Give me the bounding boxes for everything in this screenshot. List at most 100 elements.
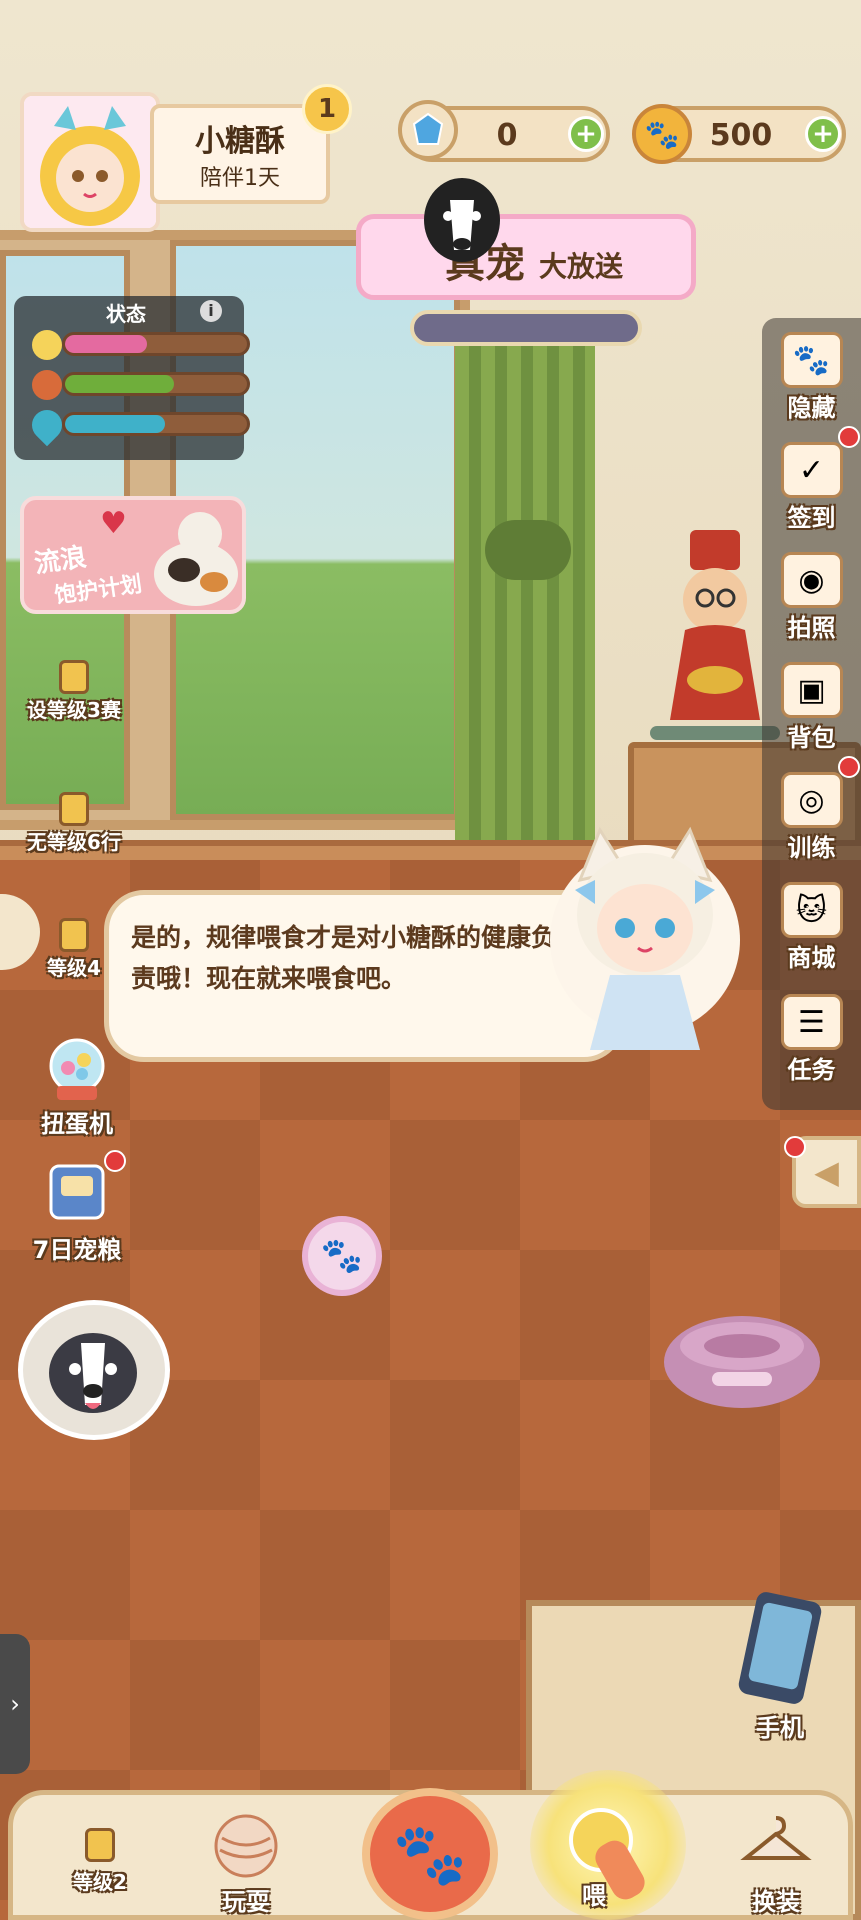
dialog-text: 是的，规律喂食才是对小糖酥的健康负责哦！现在就来喂食吧。 bbox=[131, 923, 557, 993]
add-gems-button[interactable]: + bbox=[568, 116, 604, 152]
locked-bg-left: 无 bbox=[27, 830, 48, 854]
locked-feature-level6[interactable]: 无等级6行 bbox=[14, 792, 134, 855]
nav-feed-button[interactable] bbox=[530, 1770, 686, 1920]
companion-days: 陪伴1天 bbox=[200, 166, 280, 191]
shop-button[interactable]: 🐱 商城 bbox=[762, 882, 861, 973]
event-banner-title-2: 大放送 bbox=[539, 250, 624, 283]
photo-label: 拍照 bbox=[787, 614, 836, 642]
bowl-icon[interactable] bbox=[662, 1302, 822, 1414]
locked-level6-label: 等级6 bbox=[47, 830, 101, 854]
water-bar bbox=[62, 412, 250, 436]
camera-icon: ◉ bbox=[780, 552, 843, 608]
nav-dress-up-label: 换装 bbox=[752, 1888, 800, 1916]
seven-day-food-button[interactable]: 7日宠粮 bbox=[14, 1150, 140, 1265]
nav-paw-center-button[interactable]: 🐾 bbox=[362, 1788, 498, 1920]
bag-icon: ▣ bbox=[780, 662, 843, 718]
locked-bg-left: 设 bbox=[27, 698, 48, 722]
guide-cat-girl bbox=[550, 826, 740, 1050]
game-scene: 小糖酥 陪伴1天 1 0 + 500 🐾 + 真宠 大放送 状态 i ♥ 流浪 … bbox=[0, 0, 861, 1920]
event-progress-bar bbox=[410, 310, 642, 346]
level-number: 1 bbox=[317, 94, 337, 124]
checkin-label: 签到 bbox=[787, 504, 836, 532]
bag-label: 背包 bbox=[787, 724, 836, 752]
nav-feed-label: 喂 bbox=[582, 1882, 606, 1910]
food-bar-fill bbox=[65, 375, 175, 393]
calendar-icon: ✓ bbox=[780, 442, 843, 498]
paw-coin-icon: 🐾 bbox=[632, 104, 692, 164]
photo-button[interactable]: ◉ 拍照 bbox=[762, 552, 861, 643]
food-scoop-icon bbox=[569, 1808, 645, 1900]
heart-icon: ♥ bbox=[100, 506, 127, 541]
info-icon-glyph: i bbox=[208, 301, 214, 320]
notification-dot bbox=[104, 1150, 126, 1172]
mood-icon bbox=[32, 330, 62, 360]
nav-locked-level2-label: 等级2 bbox=[73, 1870, 127, 1894]
nav-locked-level2[interactable]: 等级2 bbox=[40, 1808, 160, 1895]
gacha-icon bbox=[49, 1038, 105, 1100]
nav-dress-up-button[interactable]: 换装 bbox=[716, 1808, 836, 1917]
train-button[interactable]: ◎ 训练 bbox=[762, 772, 861, 863]
hanger-icon bbox=[740, 1816, 812, 1860]
status-title: 状态 bbox=[106, 302, 146, 326]
expand-notification-dot bbox=[784, 1136, 806, 1158]
event-banner[interactable]: 真宠 大放送 bbox=[356, 214, 696, 300]
curtain-tie bbox=[485, 520, 571, 580]
player-avatar[interactable] bbox=[20, 92, 160, 232]
avatar-portrait bbox=[24, 96, 156, 228]
paw-frame-icon: 🐾 bbox=[780, 332, 843, 388]
water-bar-fill bbox=[65, 415, 166, 433]
chevron-right-icon: › bbox=[10, 1690, 20, 1718]
info-icon[interactable]: i bbox=[200, 300, 222, 322]
mood-bar-fill bbox=[65, 335, 147, 353]
floor-paw-button[interactable]: 🐾 bbox=[302, 1216, 382, 1296]
level-badge: 1 bbox=[302, 84, 352, 134]
mood-bar bbox=[62, 332, 250, 356]
player-name: 小糖酥 bbox=[195, 124, 285, 159]
lock-icon bbox=[85, 1828, 115, 1862]
tasks-button[interactable]: ☰ 任务 bbox=[762, 994, 861, 1085]
yarn-ball-icon bbox=[214, 1814, 278, 1878]
hide-label: 隐藏 bbox=[787, 394, 836, 422]
locked-level3-label: 等级3 bbox=[47, 698, 101, 722]
locked-bg-right: 行 bbox=[100, 830, 121, 854]
nav-play-label: 玩耍 bbox=[222, 1888, 270, 1916]
collar-icon: ◎ bbox=[780, 772, 843, 828]
dog-icon bbox=[424, 178, 500, 262]
train-label: 训练 bbox=[787, 834, 836, 862]
player-name-plate: 小糖酥 陪伴1天 bbox=[150, 104, 330, 204]
food-bar bbox=[62, 372, 250, 396]
fortune-figurine[interactable] bbox=[650, 530, 780, 740]
seven-day-food-label: 7日宠粮 bbox=[32, 1236, 122, 1264]
shop-icon: 🐱 bbox=[780, 882, 843, 938]
tasks-label: 任务 bbox=[787, 1056, 836, 1084]
food-icon bbox=[32, 370, 62, 400]
gacha-label: 扭蛋机 bbox=[41, 1110, 113, 1138]
lock-icon bbox=[59, 660, 89, 694]
dog-face-icon bbox=[49, 1333, 137, 1413]
stray-rescue-plan-card[interactable]: ♥ 流浪 饱护计划 bbox=[20, 496, 246, 614]
locked-feature-level3[interactable]: 设等级3赛 bbox=[14, 660, 134, 723]
hide-ui-button[interactable]: 🐾 隐藏 bbox=[762, 332, 861, 423]
locked-bg-right: 赛 bbox=[100, 698, 121, 722]
left-edge-expand-button[interactable]: › bbox=[0, 1634, 30, 1774]
paw-icon: 🐾 bbox=[392, 1819, 468, 1890]
bag-button[interactable]: ▣ 背包 bbox=[762, 662, 861, 753]
gem-icon bbox=[398, 100, 458, 160]
chevron-left-icon: ◀ bbox=[814, 1153, 839, 1191]
add-paw-coins-button[interactable]: + bbox=[805, 116, 841, 152]
shop-label: 商城 bbox=[787, 944, 836, 972]
nav-play-button[interactable]: 玩耍 bbox=[186, 1808, 306, 1917]
phone-label: 手机 bbox=[756, 1714, 804, 1742]
curtain bbox=[455, 320, 595, 880]
lock-icon bbox=[59, 918, 89, 952]
calico-cat-icon bbox=[154, 512, 238, 606]
lock-icon bbox=[59, 792, 89, 826]
checkin-notification-dot bbox=[838, 426, 860, 448]
status-panel: 状态 i bbox=[14, 296, 250, 460]
phone-icon bbox=[738, 1592, 822, 1704]
checkin-button[interactable]: ✓ 签到 bbox=[762, 442, 861, 533]
phone-button[interactable]: 手机 bbox=[730, 1592, 830, 1743]
train-notification-dot bbox=[838, 756, 860, 778]
task-icon: ☰ bbox=[780, 994, 843, 1050]
pet-dog-button[interactable] bbox=[18, 1300, 170, 1440]
